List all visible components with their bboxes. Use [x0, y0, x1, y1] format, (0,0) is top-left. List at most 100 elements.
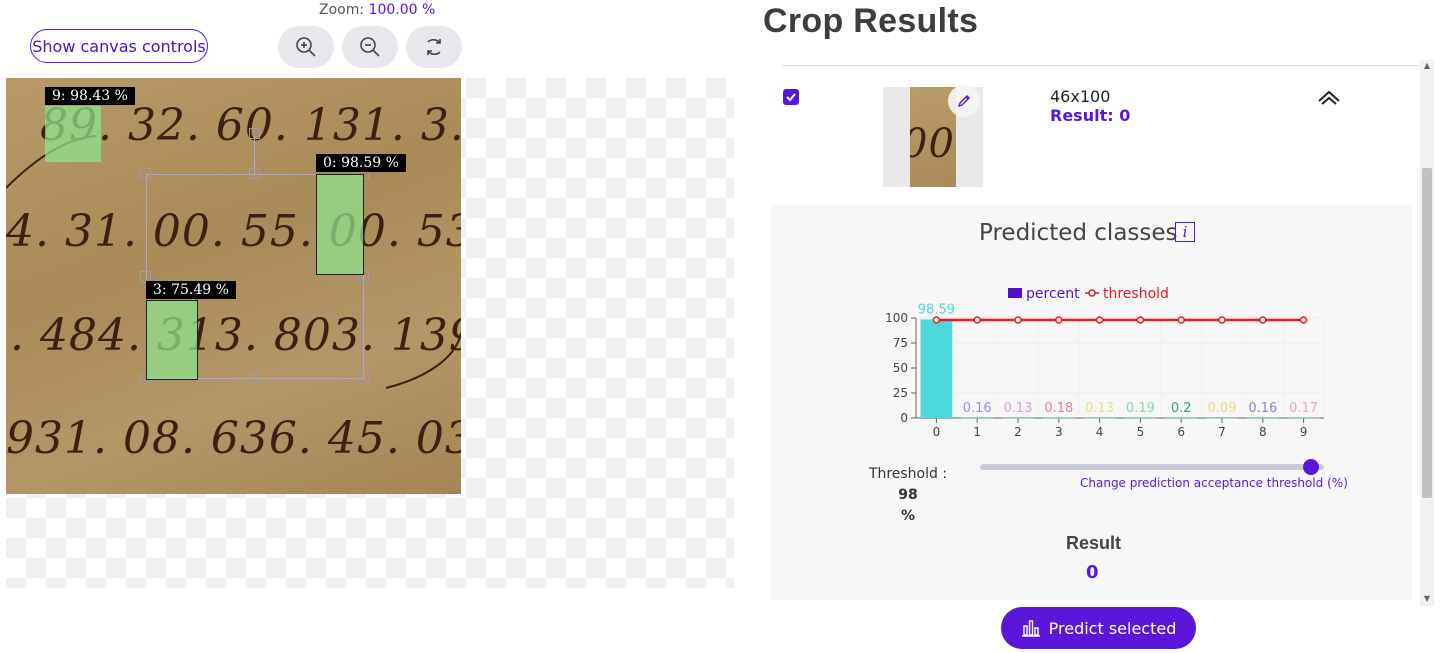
- show-canvas-controls-button[interactable]: Show canvas controls: [30, 29, 208, 63]
- x-tick-label: 1: [973, 425, 981, 439]
- zoom-in-icon: [296, 37, 316, 57]
- legend-swatch-percent: [1008, 288, 1022, 298]
- threshold-point: [1218, 316, 1226, 324]
- resize-handle[interactable]: [358, 373, 369, 384]
- bar-percent: [1206, 417, 1238, 419]
- threshold-slider[interactable]: [980, 464, 1324, 470]
- crop-dimensions: 46x100: [1050, 87, 1111, 106]
- reset-icon: [427, 38, 441, 56]
- result-value: 0: [1086, 562, 1099, 583]
- threshold-unit: %: [900, 508, 916, 524]
- collapse-button[interactable]: [1316, 88, 1342, 108]
- threshold-point: [1259, 316, 1267, 324]
- x-tick-label: 2: [1014, 425, 1022, 439]
- x-tick-label: 9: [1300, 425, 1308, 439]
- bar-value-label: 0.17: [1289, 401, 1318, 416]
- threshold-point: [1177, 316, 1185, 324]
- threshold-value: 98: [898, 487, 918, 503]
- y-tick-label: 75: [893, 336, 908, 350]
- bar-percent: [1002, 417, 1034, 419]
- bar-percent: [1246, 417, 1279, 419]
- zoom-value: 100.00 %: [368, 2, 436, 18]
- threshold-point: [1014, 316, 1022, 324]
- legend-marker-threshold: [1088, 289, 1096, 297]
- edit-crop-button[interactable]: [948, 85, 980, 117]
- bar-percent: [1287, 417, 1320, 419]
- bar-percent: [1124, 417, 1157, 419]
- chart-legend: percent threshold: [1008, 286, 1169, 302]
- bar-value-label: 0.16: [1248, 401, 1277, 416]
- prediction-chart: percent threshold 0 25 50 75 100 0 1 2 3 4 5 6 7 8 9 98…: [885, 286, 1325, 439]
- bar-value-label: 0.09: [1208, 401, 1237, 416]
- detection-label: 3: 75.49 %: [146, 281, 236, 299]
- x-tick-label: 5: [1137, 425, 1145, 439]
- detection-box[interactable]: [316, 174, 364, 275]
- bar-value-label: 0.13: [1004, 401, 1033, 416]
- predicted-classes-title: Predicted classes: [979, 220, 1178, 246]
- zoom-out-icon: [360, 37, 380, 57]
- bar-value-label: 0.2: [1171, 401, 1192, 416]
- threshold-point: [973, 316, 981, 324]
- bar-percent: [920, 319, 953, 418]
- zoom-out-button[interactable]: [342, 26, 398, 68]
- check-icon: [786, 93, 796, 102]
- pencil-icon: [957, 95, 970, 108]
- bar-value-label: 0.13: [1085, 401, 1114, 416]
- resize-handle[interactable]: [249, 373, 260, 384]
- x-tick-label: 3: [1055, 425, 1063, 439]
- bar-value-label: 0.18: [1044, 401, 1073, 416]
- result-title: Result: [1066, 533, 1122, 553]
- scrollbar-thumb[interactable]: [1422, 168, 1432, 498]
- divider: [782, 65, 1428, 66]
- reset-view-button[interactable]: [406, 26, 462, 68]
- legend-label-threshold: threshold: [1103, 286, 1169, 302]
- predict-selected-label: Predict selected: [1048, 618, 1177, 638]
- page-title: Crop Results: [763, 2, 979, 40]
- chevron-up-icon: [1318, 90, 1340, 105]
- info-icon[interactable]: i: [1175, 222, 1195, 242]
- crop-result-label: Result: 0: [1050, 106, 1131, 125]
- threshold-point: [1299, 316, 1308, 324]
- zoom-readout: Zoom: 100.00 %: [319, 2, 435, 18]
- document-image[interactable]: 89. 32. 60. 131. 3. 7 4. 31. 00. 55. 00.…: [6, 78, 461, 494]
- y-tick-label: 0: [900, 411, 908, 425]
- x-tick-label: 4: [1096, 425, 1104, 439]
- x-tick-label: 6: [1177, 425, 1185, 439]
- bar-value-label: 0.16: [963, 401, 992, 416]
- scroll-up-icon[interactable]: ▲: [1421, 60, 1433, 72]
- bar-chart-icon: [1021, 620, 1040, 637]
- rotate-handle[interactable]: [249, 128, 260, 139]
- bar-value-label: 98.59: [918, 302, 955, 317]
- detection-label: 9: 98.43 %: [45, 87, 135, 105]
- crop-select-checkbox[interactable]: [783, 89, 799, 105]
- legend-label-percent: percent: [1026, 286, 1080, 302]
- zoom-label: Zoom:: [319, 2, 365, 18]
- thumbnail-text: 00.: [910, 121, 956, 167]
- x-tick-label: 8: [1259, 425, 1267, 439]
- threshold-slider-handle[interactable]: [1303, 459, 1319, 475]
- threshold-point: [1055, 316, 1063, 324]
- zoom-in-button[interactable]: [278, 26, 334, 68]
- resize-handle[interactable]: [249, 168, 260, 179]
- detection-box[interactable]: [45, 106, 101, 162]
- bar-percent: [1165, 417, 1198, 419]
- threshold-readout: Threshold : 98 %: [858, 464, 958, 527]
- detection-box[interactable]: [146, 300, 198, 380]
- x-tick-label: 0: [933, 425, 941, 439]
- bar-value-label: 0.19: [1126, 401, 1155, 416]
- bar-percent: [1042, 417, 1075, 419]
- scroll-down-icon[interactable]: ▼: [1421, 593, 1433, 605]
- x-tick-label: 7: [1218, 425, 1226, 439]
- y-tick-label: 50: [893, 361, 908, 375]
- bar-percent: [1083, 417, 1116, 419]
- threshold-point: [1136, 316, 1145, 324]
- slider-caption: Change prediction acceptance threshold (…: [1080, 476, 1348, 490]
- detection-label: 0: 98.59 %: [316, 154, 406, 172]
- y-tick-label: 25: [893, 386, 908, 400]
- threshold-label: Threshold :: [868, 466, 948, 482]
- resize-handle[interactable]: [140, 168, 151, 179]
- y-tick-label: 100: [885, 311, 908, 325]
- predict-selected-button[interactable]: Predict selected: [1001, 607, 1196, 649]
- threshold-point: [1095, 316, 1104, 324]
- threshold-point: [932, 316, 941, 324]
